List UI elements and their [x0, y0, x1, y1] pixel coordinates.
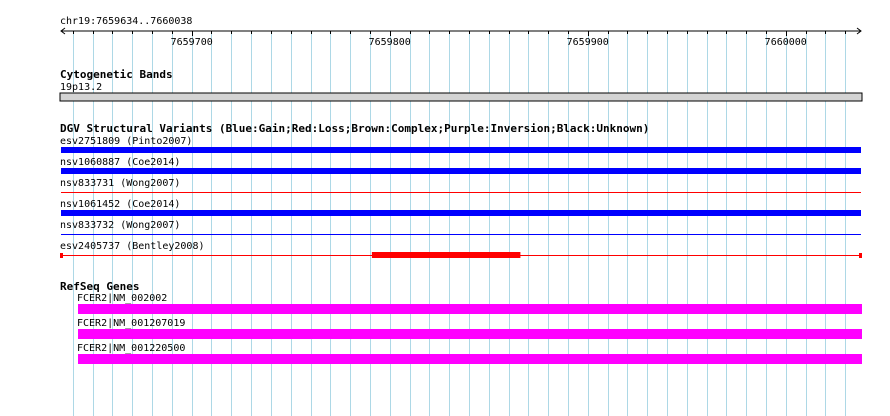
cytoband-label[interactable]: 19p13.2	[60, 82, 102, 93]
dgv-feature-label[interactable]: nsv1060887 (Coe2014)	[60, 157, 180, 168]
refseq-track-title: RefSeq Genes	[60, 280, 139, 293]
dgv-features: esv2751809 (Pinto2007) nsv1060887 (Coe201…	[60, 136, 862, 258]
ruler-tick-label: 7659700	[171, 37, 213, 48]
dgv-feature[interactable]: nsv1060887 (Coe2014)	[60, 157, 861, 174]
refseq-gene-bar[interactable]	[78, 329, 862, 339]
cytoband-track-title: Cytogenetic Bands	[60, 68, 173, 81]
dgv-feature[interactable]: nsv833732 (Wong2007)	[60, 220, 861, 235]
dgv-feature-thick-segment[interactable]	[371, 252, 521, 258]
dgv-feature[interactable]: esv2405737 (Bentley2008)	[60, 241, 862, 258]
dgv-feature-bar[interactable]	[61, 168, 861, 174]
dgv-feature[interactable]: nsv1061452 (Coe2014)	[60, 199, 861, 216]
dgv-feature-label[interactable]: esv2405737 (Bentley2008)	[60, 241, 205, 252]
dgv-feature-bar[interactable]	[61, 192, 861, 193]
dgv-feature-label[interactable]: nsv833732 (Wong2007)	[60, 220, 180, 231]
dgv-feature-label[interactable]: esv2751809 (Pinto2007)	[60, 136, 192, 147]
dgv-feature-bar[interactable]	[61, 234, 861, 235]
cytoband-track: Cytogenetic Bands 19p13.2	[59, 68, 863, 102]
dgv-feature-bar[interactable]	[61, 210, 861, 216]
ruler-range-label: chr19:7659634..7660038	[60, 16, 192, 27]
dgv-feature-label[interactable]: nsv1061452 (Coe2014)	[60, 199, 180, 210]
dgv-feature-right-cap	[859, 253, 862, 258]
dgv-track-title: DGV Structural Variants (Blue:Gain;Red:L…	[60, 122, 649, 135]
dgv-feature[interactable]: nsv833731 (Wong2007)	[60, 178, 861, 193]
refseq-gene-bar[interactable]	[78, 354, 862, 364]
dgv-feature[interactable]: esv2751809 (Pinto2007)	[60, 136, 861, 153]
ruler: chr19:7659634..7660038 7659700 7659800 765…	[60, 16, 862, 48]
dgv-track: DGV Structural Variants (Blue:Gain;Red:L…	[60, 122, 862, 258]
refseq-gene-label[interactable]: FCER2|NM_001220500	[77, 343, 185, 354]
refseq-gene-label[interactable]: FCER2|NM_001207019	[77, 318, 185, 329]
dgv-feature-left-cap	[60, 253, 63, 258]
ruler-tick-label: 7659900	[567, 37, 609, 48]
genome-browser: chr19:7659634..7660038 7659700 7659800 765…	[59, 16, 863, 416]
refseq-gene-label[interactable]: FCER2|NM_002002	[77, 293, 167, 304]
ruler-tick-label: 7659800	[369, 37, 411, 48]
refseq-track: RefSeq Genes FCER2|NM_002002 FCER2|NM_001…	[60, 280, 862, 364]
dgv-feature-bar[interactable]	[61, 147, 861, 153]
ruler-ticks: 7659700 7659800 7659900 7660000	[73, 31, 846, 48]
ruler-tick-label: 7660000	[765, 37, 807, 48]
refseq-gene-bar[interactable]	[78, 304, 862, 314]
cytoband-bar[interactable]	[59, 92, 863, 102]
dgv-feature-label[interactable]: nsv833731 (Wong2007)	[60, 178, 180, 189]
